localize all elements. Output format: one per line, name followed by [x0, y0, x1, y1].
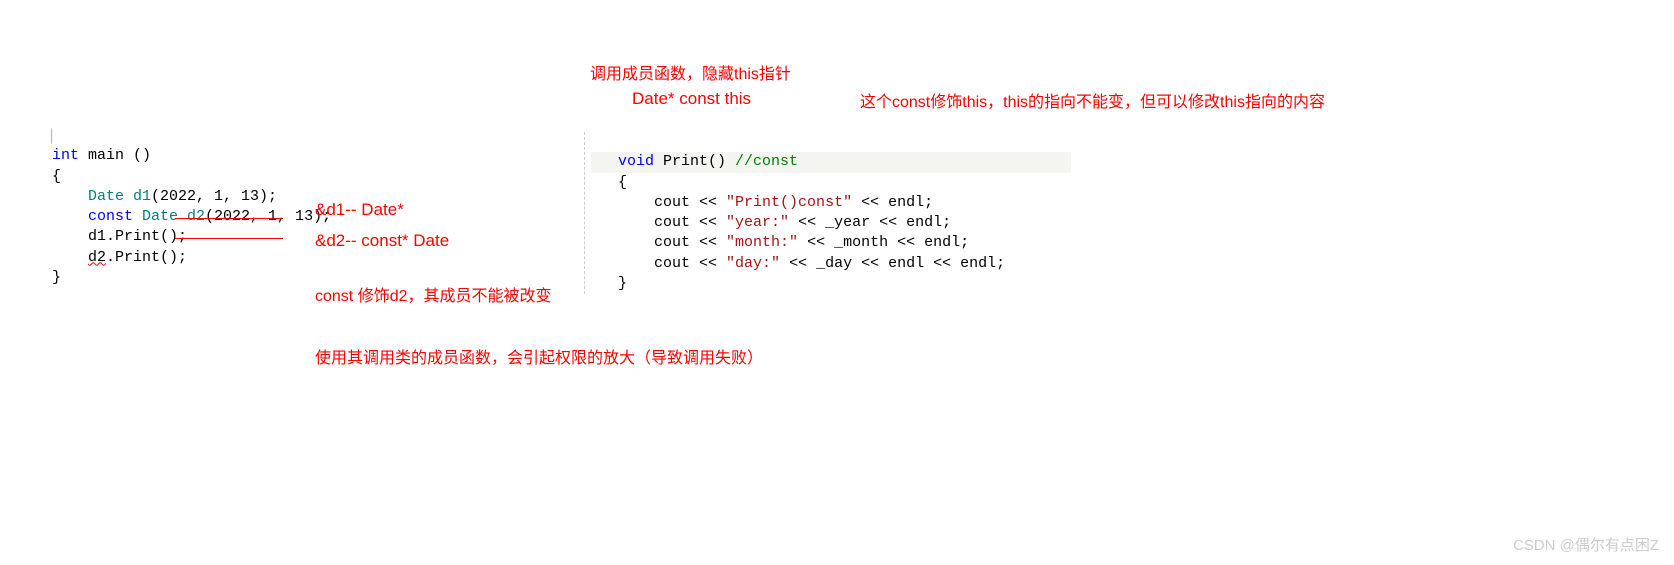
annotation-d2-type: &d2-- const* Date — [315, 231, 449, 251]
highlighted-line: void Print() //const — [591, 152, 1071, 172]
kw-int: int — [52, 147, 79, 164]
annotation-permission: 使用其调用类的成员函数，会引起权限的放大（导致调用失败） — [315, 344, 763, 368]
annotation-call-member: 调用成员函数，隐藏this指针 — [590, 60, 791, 84]
right-code-block: void Print() //const { cout << "Print()c… — [584, 132, 1071, 294]
annotation-const-d2: const 修饰d2，其成员不能被改变 — [315, 282, 552, 306]
annotation-const-this-explain: 这个const修饰this，this的指向不能变，但可以修改this指向的内容 — [860, 88, 1325, 112]
left-code-block: int main () { Date d1(2022, 1, 13); cons… — [52, 126, 331, 288]
annotation-date-const-this: Date* const this — [632, 89, 751, 109]
error-squiggle: d2 — [88, 249, 106, 266]
comment-const: //const — [735, 153, 798, 170]
watermark: CSDN @偶尔有点困Z — [1513, 534, 1659, 555]
annotation-d1-type: &d1-- Date* — [315, 200, 404, 220]
red-underline-2 — [175, 238, 283, 239]
red-underline-1 — [175, 218, 283, 219]
